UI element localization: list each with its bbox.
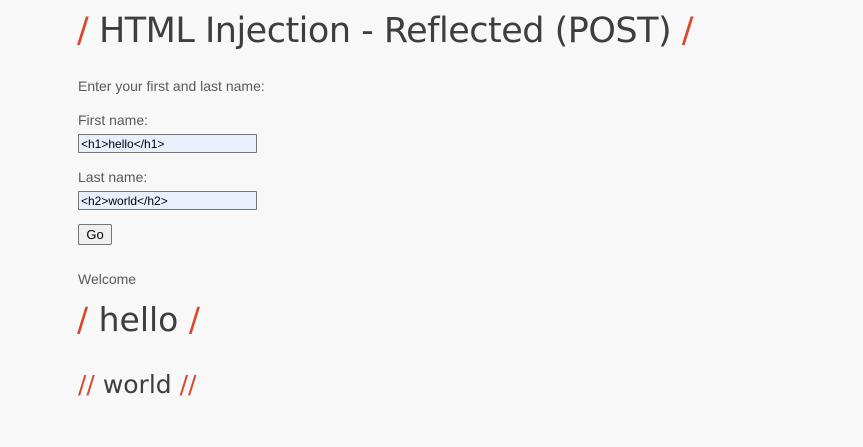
- title-slash-right: /: [681, 11, 694, 51]
- form-intro: Enter your first and last name:: [78, 78, 265, 94]
- page-title: / HTML Injection - Reflected (POST) /: [77, 8, 694, 54]
- reflected-h1: / hello /: [77, 298, 200, 342]
- last-name-field[interactable]: [78, 191, 257, 210]
- h2-slash-right: //: [179, 370, 197, 399]
- title-slash-left: /: [77, 11, 89, 51]
- welcome-text: Welcome: [78, 271, 137, 287]
- first-name-label: First name:: [78, 112, 149, 128]
- last-name-label: Last name:: [78, 169, 148, 185]
- page-title-text: HTML Injection - Reflected (POST): [98, 11, 672, 51]
- reflected-h1-text: hello: [98, 300, 179, 339]
- first-name-field[interactable]: [78, 134, 257, 153]
- h2-slash-left: //: [78, 370, 95, 399]
- h1-slash-left: /: [77, 300, 89, 339]
- reflected-h2-text: world: [102, 370, 172, 399]
- reflected-h2: // world //: [78, 368, 196, 402]
- h1-slash-right: /: [188, 300, 200, 339]
- main-content: / HTML Injection - Reflected (POST) / En…: [0, 0, 863, 447]
- go-button[interactable]: Go: [78, 224, 112, 245]
